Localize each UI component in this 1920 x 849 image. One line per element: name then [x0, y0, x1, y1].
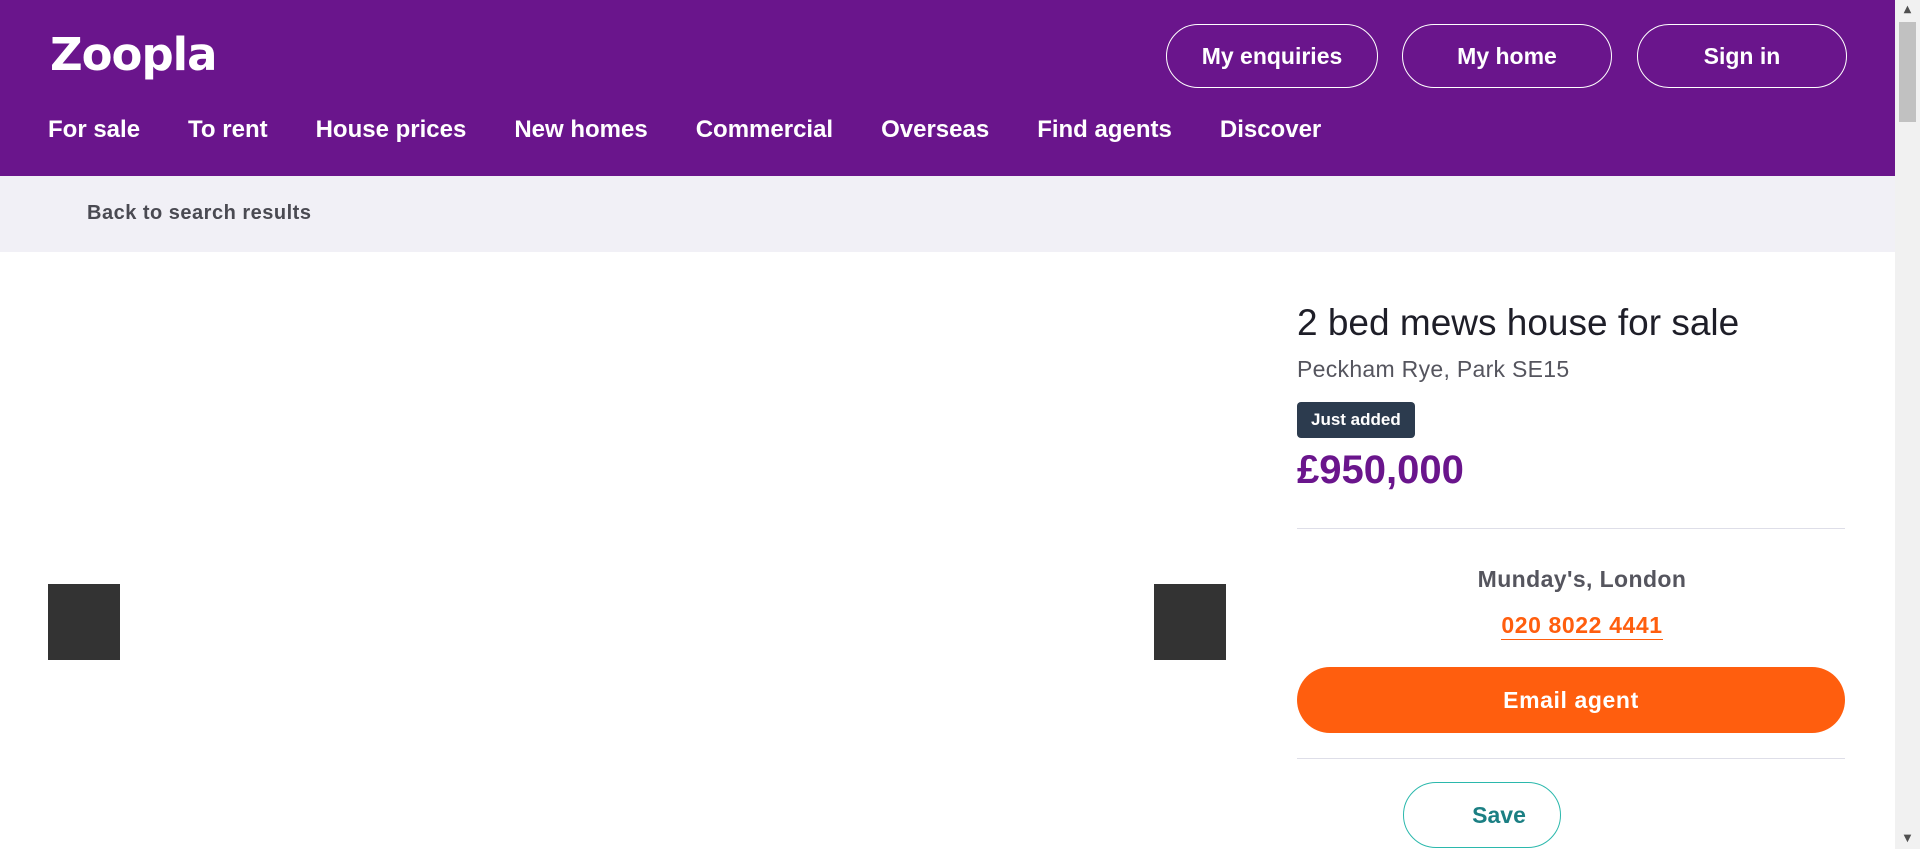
agent-phone-link[interactable]: 020 8022 4441 [1501, 612, 1663, 640]
breadcrumb-bar: Back to search results [0, 176, 1895, 252]
save-button[interactable]: Save [1403, 782, 1561, 848]
scroll-down-icon[interactable]: ▼ [1895, 829, 1920, 849]
listing-address: Peckham Rye, Park SE15 [1297, 356, 1570, 382]
my-home-button[interactable]: My home [1402, 24, 1612, 88]
page-scrollbar[interactable]: ▲ ▼ [1895, 0, 1920, 849]
listing-price: £950,000 [1297, 448, 1464, 492]
agent-name: Munday's, London [1477, 566, 1687, 592]
nav-house-prices[interactable]: House prices [316, 116, 467, 144]
gallery-prev-button[interactable] [48, 584, 120, 660]
divider [1297, 528, 1845, 529]
email-agent-button[interactable]: Email agent [1297, 667, 1845, 733]
sign-in-button[interactable]: Sign in [1637, 24, 1847, 88]
divider [1297, 758, 1845, 759]
agent-phone-wrapper: 020 8022 4441 [1267, 612, 1897, 640]
gallery-next-button[interactable] [1154, 584, 1226, 660]
back-to-search-link[interactable]: Back to search results [87, 202, 311, 225]
nav-overseas[interactable]: Overseas [881, 116, 989, 144]
site-header: Zoopla My enquiries My home Sign in For … [0, 0, 1895, 176]
nav-for-sale[interactable]: For sale [48, 116, 140, 144]
nav-new-homes[interactable]: New homes [514, 116, 647, 144]
listing-title: 2 bed mews house for sale [1297, 302, 1740, 343]
my-enquiries-button[interactable]: My enquiries [1166, 24, 1378, 88]
image-gallery [0, 252, 1250, 849]
just-added-badge: Just added [1297, 402, 1415, 438]
scroll-thumb[interactable] [1899, 22, 1916, 122]
nav-find-agents[interactable]: Find agents [1037, 116, 1172, 144]
nav-discover[interactable]: Discover [1220, 116, 1321, 144]
main-nav: For sale To rent House prices New homes … [48, 116, 1369, 144]
scroll-up-icon[interactable]: ▲ [1895, 0, 1920, 20]
zoopla-logo[interactable]: Zoopla [50, 28, 217, 81]
nav-commercial[interactable]: Commercial [696, 116, 833, 144]
nav-to-rent[interactable]: To rent [188, 116, 268, 144]
